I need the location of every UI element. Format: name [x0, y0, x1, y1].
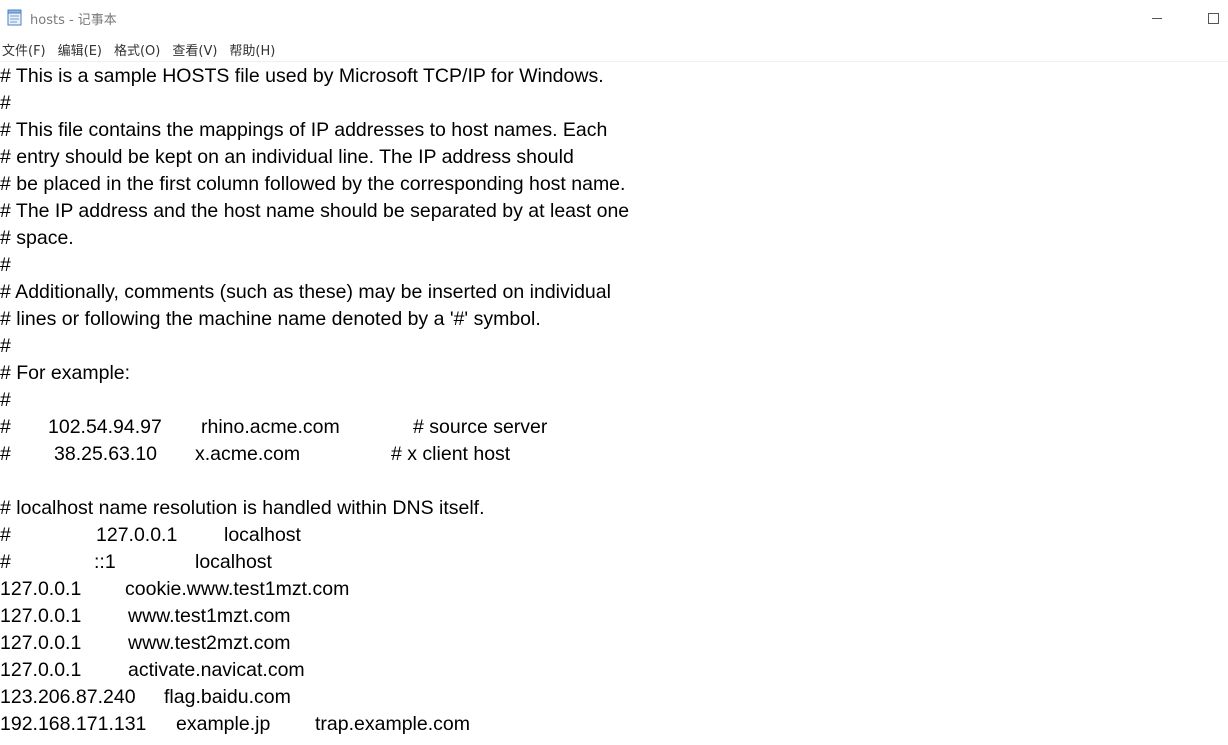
host-name: trap.example.com: [315, 713, 470, 735]
editor-line: #: [0, 254, 11, 276]
ip-address: 127.0.0.1: [0, 605, 82, 627]
menu-file[interactable]: 文件(F): [0, 38, 53, 61]
editor-line: #: [0, 389, 11, 411]
comment-hash: #: [0, 524, 11, 546]
ip-address: 127.0.0.1: [0, 632, 82, 654]
ip-address: 192.168.171.131: [0, 713, 147, 735]
example-row: # 38.25.63.10 x.acme.com # x client host: [0, 441, 510, 468]
host-name: localhost: [224, 524, 301, 546]
editor-line: # lines or following the machine name de…: [0, 308, 541, 330]
host-name: www.test2mzt.com: [128, 632, 291, 654]
ip-address: 123.206.87.240: [0, 686, 136, 708]
comment-hash: #: [0, 551, 11, 573]
ip-address: ::1: [94, 551, 116, 573]
inline-comment: # source server: [413, 416, 548, 438]
window-title: hosts - 记事本: [30, 13, 117, 28]
host-name: flag.baidu.com: [164, 686, 291, 708]
host-entry: 127.0.0.1 activate.navicat.com: [0, 657, 305, 684]
host-name: x.acme.com: [195, 443, 301, 465]
ip-address: 127.0.0.1: [0, 659, 82, 681]
editor-line: # Additionally, comments (such as these)…: [0, 281, 611, 303]
editor-line: # This is a sample HOSTS file used by Mi…: [0, 65, 604, 87]
inline-comment: # x client host: [391, 443, 511, 465]
notepad-window: hosts - 记事本 文件(F) 编辑(E) 格式(O) 查看(V) 帮助(H…: [0, 0, 1228, 745]
menu-format[interactable]: 格式(O): [112, 38, 167, 61]
host-name: localhost: [195, 551, 272, 573]
editor-line: #: [0, 92, 11, 114]
menu-view[interactable]: 查看(V): [170, 38, 224, 61]
menu-bar: 文件(F) 编辑(E) 格式(O) 查看(V) 帮助(H): [0, 38, 1228, 60]
comment-hash: #: [0, 443, 11, 465]
localhost-row: # 127.0.0.1 localhost: [0, 522, 301, 549]
host-name: activate.navicat.com: [128, 659, 305, 681]
editor-line: # be placed in the first column followed…: [0, 173, 626, 195]
text-editor[interactable]: # This is a sample HOSTS file used by Mi…: [0, 61, 1228, 745]
host-name: www.test1mzt.com: [128, 605, 291, 627]
menu-edit[interactable]: 编辑(E): [56, 38, 109, 61]
localhost-row: # ::1 localhost: [0, 549, 272, 576]
ip-address: 38.25.63.10: [54, 443, 158, 465]
editor-line: # localhost name resolution is handled w…: [0, 497, 485, 519]
maximize-icon: [1208, 13, 1219, 24]
minimize-button[interactable]: [1134, 0, 1180, 36]
menu-help[interactable]: 帮助(H): [227, 38, 282, 61]
host-entry: 127.0.0.1 www.test1mzt.com: [0, 603, 291, 630]
editor-line: # This file contains the mappings of IP …: [0, 119, 608, 141]
editor-line: # space.: [0, 227, 74, 249]
example-row: # 102.54.94.97 rhino.acme.com # source s…: [0, 414, 547, 441]
editor-line: #: [0, 335, 11, 357]
editor-line: # entry should be kept on an individual …: [0, 146, 574, 168]
notepad-icon: [7, 9, 23, 26]
ip-address: 127.0.0.1: [96, 524, 178, 546]
host-name: rhino.acme.com: [201, 416, 340, 438]
editor-line: # For example:: [0, 362, 131, 384]
host-entry: 123.206.87.240 flag.baidu.com: [0, 684, 291, 711]
editor-line: # The IP address and the host name shoul…: [0, 200, 630, 222]
host-entry: 127.0.0.1 www.test2mzt.com: [0, 630, 291, 657]
host-entry: 127.0.0.1 cookie.www.test1mzt.com: [0, 576, 349, 603]
title-bar[interactable]: hosts - 记事本: [0, 0, 1228, 36]
ip-address: 127.0.0.1: [0, 578, 82, 600]
minimize-icon: [1152, 18, 1162, 19]
host-name: cookie.www.test1mzt.com: [125, 578, 350, 600]
ip-address: 102.54.94.97: [48, 416, 162, 438]
host-entry: 192.168.171.131 example.jp trap.example.…: [0, 711, 470, 738]
comment-hash: #: [0, 416, 11, 438]
host-name: example.jp: [176, 713, 271, 735]
maximize-button[interactable]: [1190, 0, 1228, 36]
